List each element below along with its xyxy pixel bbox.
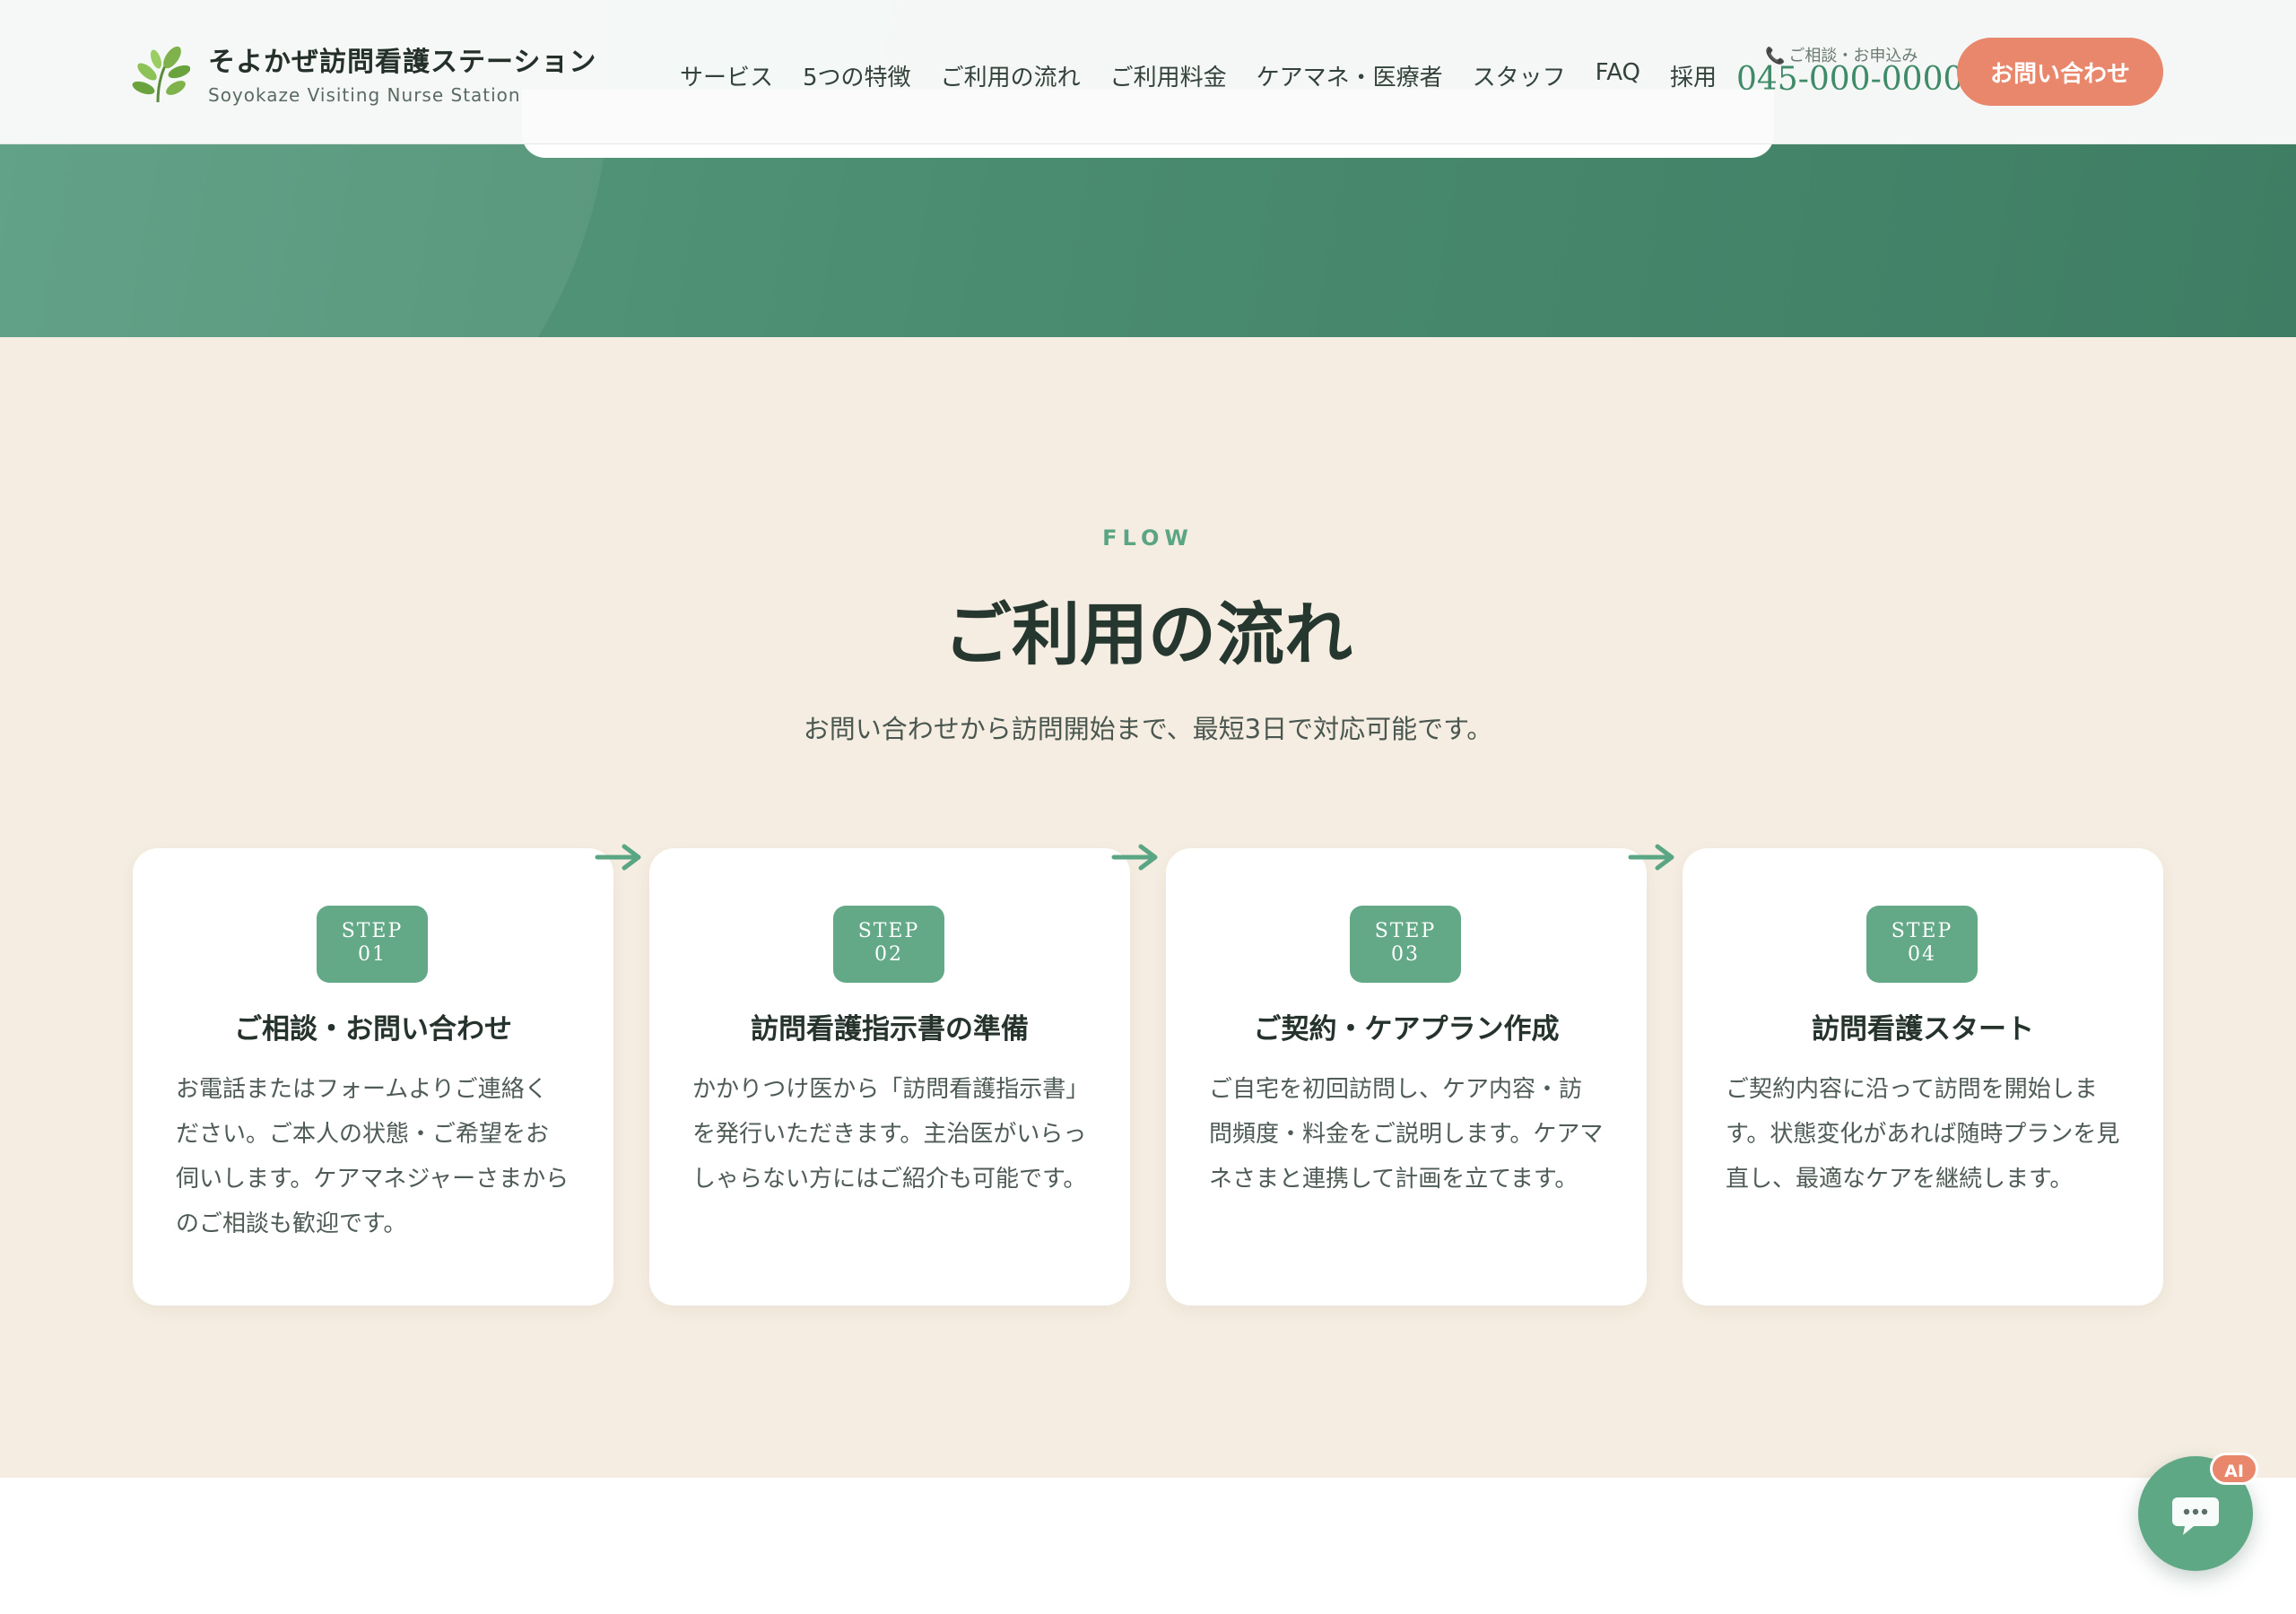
ai-badge: AI — [2210, 1453, 2258, 1485]
step-title: ご契約・ケアプラン作成 — [1253, 1013, 1560, 1046]
nav-item-features[interactable]: 5つの特徴 — [803, 59, 911, 92]
step-badge: STEP 01 — [317, 906, 428, 983]
section-lead: お問い合わせから訪問開始まで、最短3日で対応可能です。 — [803, 714, 1493, 744]
step-badge: STEP 03 — [1350, 906, 1461, 983]
arrow-right-icon — [595, 844, 641, 871]
nav-item-pricing[interactable]: ご利用料金 — [1110, 59, 1227, 92]
site-name[interactable]: そよかぜ訪問看護ステーション — [208, 39, 596, 79]
step-text: ご自宅を初回訪問し、ケア内容・訪問頻度・料金をご説明します。ケアマネさまと連携し… — [1209, 1076, 1604, 1193]
step-card-02: STEP 02 訪問看護指示書の準備 かかりつけ医から「訪問看護指示書」を発行いた… — [649, 848, 1130, 1306]
nav-item-flow[interactable]: ご利用の流れ — [941, 59, 1081, 92]
next-section — [0, 1478, 2296, 1614]
step-card-03: STEP 03 ご契約・ケアプラン作成 ご自宅を初回訪問し、ケア内容・訪問頻度・料… — [1166, 848, 1647, 1306]
step-badge: STEP 04 — [1866, 906, 1978, 983]
nav-item-staff[interactable]: スタッフ — [1473, 59, 1566, 92]
arrow-right-icon — [1111, 844, 1158, 871]
nav-item-care-managers[interactable]: ケアマネ・医療者 — [1257, 59, 1443, 92]
leaf-logo-icon[interactable] — [131, 45, 190, 106]
step-card-04: STEP 04 訪問看護スタート ご契約内容に沿って訪問を開始します。状態変化があ… — [1683, 848, 2163, 1306]
nav-item-recruit[interactable]: 採用 — [1670, 59, 1717, 92]
step-badge: STEP 02 — [833, 906, 944, 983]
arrow-right-icon — [1628, 844, 1674, 871]
step-title: ご相談・お問い合わせ — [234, 1013, 512, 1046]
step-text: ご契約内容に沿って訪問を開始します。状態変化があれば随時プランを見直し、最適なケ… — [1726, 1076, 2120, 1193]
flow-section: FLOW ご利用の流れ お問い合わせから訪問開始まで、最短3日で対応可能です。 … — [0, 337, 2296, 1478]
step-text: かかりつけ医から「訪問看護指示書」を発行いただきます。主治医がいらっしゃらない方… — [692, 1076, 1087, 1193]
site-name-english: Soyokaze Visiting Nurse Station — [208, 84, 521, 106]
main-nav: サービス 5つの特徴 ご利用の流れ ご利用料金 ケアマネ・医療者 スタッフ FA… — [680, 59, 1717, 92]
section-eyebrow: FLOW — [1102, 525, 1194, 551]
nav-item-faq[interactable]: FAQ — [1596, 59, 1640, 92]
contact-button[interactable]: お問い合わせ — [1957, 38, 2163, 106]
nav-item-service[interactable]: サービス — [680, 59, 773, 92]
site-header: そよかぜ訪問看護ステーション Soyokaze Visiting Nurse S… — [0, 0, 2296, 144]
step-title: 訪問看護指示書の準備 — [751, 1013, 1029, 1046]
step-title: 訪問看護スタート — [1812, 1013, 2034, 1046]
step-text: お電話またはフォームよりご連絡ください。ご本人の状態・ご希望をお伺いします。ケア… — [176, 1076, 570, 1237]
step-card-01: STEP 01 ご相談・お問い合わせ お電話またはフォームよりご連絡ください。ご本… — [133, 848, 613, 1306]
tel-number-link[interactable]: 045-000-0000 — [1736, 61, 1963, 98]
chat-bubble-icon — [2172, 1497, 2219, 1535]
section-title: ご利用の流れ — [944, 594, 1352, 674]
